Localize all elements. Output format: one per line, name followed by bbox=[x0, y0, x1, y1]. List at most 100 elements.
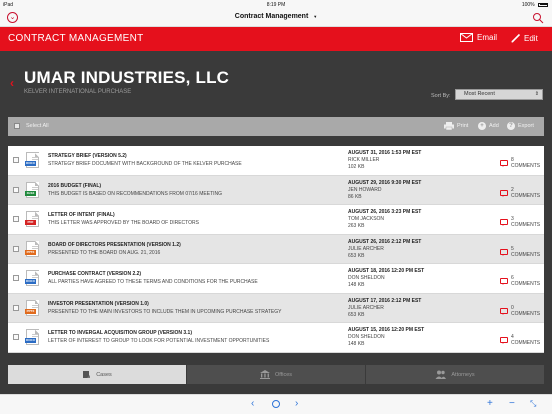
document-author: TOM JACKSON bbox=[348, 216, 385, 222]
file-type-badge: DOCX bbox=[25, 279, 36, 284]
document-author: RICK MILLER bbox=[348, 157, 380, 163]
file-type-badge: PDF bbox=[25, 220, 36, 225]
row-checkbox[interactable] bbox=[13, 216, 19, 222]
document-title: INVESTOR PRESENTATION (VERSION 1.0) bbox=[48, 300, 149, 307]
document-description: STRATEGY BRIEF DOCUMENT WITH BACKGROUND … bbox=[48, 161, 242, 167]
row-checkbox[interactable] bbox=[13, 245, 19, 252]
status-bar: iPad 8:19 PM 100% bbox=[0, 0, 552, 9]
zoom-in-icon[interactable]: + bbox=[487, 399, 493, 409]
tab-offices[interactable]: Offices bbox=[186, 365, 365, 384]
app-title: CONTRACT MANAGEMENT bbox=[8, 33, 144, 44]
document-description: PRESENTED TO THE MAIN INVESTORS TO INCLU… bbox=[48, 308, 282, 315]
comments-link[interactable]: 6 COMMENTS bbox=[500, 275, 544, 287]
document-date: AUGUST 29, 2016 9:30 PM EST bbox=[348, 179, 422, 186]
file-icon: DOCX bbox=[25, 329, 39, 345]
file-type-badge: XLSX bbox=[25, 190, 36, 196]
export-label: Export bbox=[518, 123, 534, 129]
zoom-out-icon[interactable]: − bbox=[509, 399, 515, 409]
document-size: 148 KB bbox=[348, 282, 365, 288]
edit-button[interactable]: Edit bbox=[511, 33, 538, 43]
document-description: THIS LETTER WAS APPROVED BY THE BOARD OF… bbox=[48, 220, 199, 226]
browser-toolbar: ‹ › + − ⤡ bbox=[0, 394, 552, 414]
document-list: DOCX STRATEGY BRIEF (VERSION 5.2) STRATE… bbox=[8, 146, 544, 353]
document-row[interactable]: XLSX 2016 BUDGET (FINAL) THIS BUDGET IS … bbox=[8, 175, 544, 205]
tab-attorneys[interactable]: Attorneys bbox=[365, 365, 544, 384]
printer-icon bbox=[444, 122, 454, 130]
people-icon bbox=[435, 370, 447, 379]
bottom-tab-bar: Cases Offices Attorneys bbox=[8, 365, 544, 384]
document-row[interactable]: PPTX BOARD OF DIRECTORS PRESENTATION (VE… bbox=[8, 234, 544, 264]
document-stack-icon bbox=[83, 371, 91, 378]
comments-link[interactable]: 5 COMMENTS bbox=[500, 246, 544, 258]
document-row[interactable]: PPTX INVESTOR PRESENTATION (VERSION 1.0)… bbox=[8, 293, 544, 323]
forward-arrow-icon[interactable]: › bbox=[295, 399, 298, 409]
file-icon: PDF bbox=[25, 211, 39, 227]
comments-link[interactable]: 0 COMMENTS bbox=[500, 305, 544, 317]
row-checkbox[interactable] bbox=[13, 275, 19, 281]
file-icon: PPTX bbox=[25, 240, 39, 257]
document-row[interactable]: DOCX STRATEGY BRIEF (VERSION 5.2) STRATE… bbox=[8, 146, 544, 176]
comments-count: 6 COMMENTS bbox=[510, 275, 541, 287]
battery-indicator: 100% bbox=[522, 2, 548, 8]
tab-cases[interactable]: Cases bbox=[8, 365, 186, 384]
add-label: Add bbox=[489, 123, 499, 129]
add-button[interactable]: + Add bbox=[478, 122, 499, 130]
comment-bubble-icon bbox=[500, 278, 508, 285]
print-button[interactable]: Print bbox=[444, 122, 468, 130]
battery-percent: 100% bbox=[521, 2, 535, 8]
document-size: 102 KB bbox=[348, 164, 365, 170]
sort-label: Sort By: bbox=[431, 93, 451, 99]
clock: 8:19 PM bbox=[266, 2, 286, 8]
document-size: 653 KB bbox=[348, 311, 365, 318]
document-size: 653 KB bbox=[348, 252, 365, 259]
building-icon bbox=[259, 370, 270, 379]
document-size: 148 KB bbox=[348, 341, 365, 347]
page-subtitle: KELVER INTERNATIONAL PURCHASE bbox=[24, 89, 132, 95]
row-checkbox[interactable] bbox=[13, 334, 19, 340]
comments-count: 8 COMMENTS bbox=[510, 157, 541, 169]
document-date: AUGUST 18, 2016 12:20 PM EST bbox=[348, 268, 425, 274]
caret-down-icon: ▼ bbox=[313, 13, 318, 19]
comments-link[interactable]: 8 COMMENTS bbox=[500, 157, 544, 169]
page-title: UMAR INDUSTRIES, LLC bbox=[24, 68, 230, 87]
document-row[interactable]: PDF LETTER OF INTENT (FINAL) THIS LETTER… bbox=[8, 205, 544, 235]
fullscreen-icon[interactable]: ⤡ bbox=[530, 399, 536, 409]
search-icon[interactable] bbox=[532, 12, 544, 24]
select-all-checkbox[interactable] bbox=[14, 123, 20, 129]
email-button[interactable]: Email bbox=[460, 33, 497, 42]
document-row[interactable]: DOCX LETTER TO INVERGAL ACQUISITION GROU… bbox=[8, 323, 544, 353]
tab-attorneys-label: Attorneys bbox=[451, 371, 475, 378]
file-type-badge: PPTX bbox=[25, 249, 36, 255]
back-arrow-icon[interactable]: ‹ bbox=[251, 399, 254, 409]
comment-bubble-icon bbox=[500, 307, 508, 315]
comment-bubble-icon bbox=[500, 337, 508, 344]
select-all-toggle[interactable]: Select All bbox=[14, 123, 49, 129]
comments-link[interactable]: 3 COMMENTS bbox=[500, 216, 544, 228]
comments-link[interactable]: 4 COMMENTS bbox=[500, 334, 544, 346]
home-circle-icon[interactable] bbox=[272, 400, 280, 408]
comments-count: 3 COMMENTS bbox=[510, 216, 541, 228]
sort-select[interactable]: Most Recent ⇕ bbox=[455, 89, 543, 100]
document-title: LETTER TO INVERGAL ACQUISITION GROUP (VE… bbox=[48, 330, 192, 336]
document-description: ALL PARTIES HAVE AGREED TO THESE TERMS A… bbox=[48, 279, 258, 285]
print-label: Print bbox=[457, 123, 469, 129]
document-row[interactable]: DOCX PURCHASE CONTRACT (VERSION 2.2) ALL… bbox=[8, 264, 544, 294]
document-title: BOARD OF DIRECTORS PRESENTATION (VERSION… bbox=[48, 241, 181, 248]
comments-count: 2 COMMENTS bbox=[510, 186, 541, 199]
file-icon: XLSX bbox=[25, 181, 39, 198]
tab-offices-label: Offices bbox=[274, 371, 292, 378]
plus-icon: + bbox=[478, 122, 486, 130]
export-button[interactable]: ? Export bbox=[507, 122, 534, 130]
email-label: Email bbox=[477, 33, 498, 42]
comments-link[interactable]: 2 COMMENTS bbox=[500, 187, 544, 199]
back-chevron-icon[interactable]: ‹ bbox=[10, 76, 14, 90]
comments-count: 5 COMMENTS bbox=[510, 245, 541, 258]
row-checkbox[interactable] bbox=[13, 157, 19, 163]
file-icon: DOCX bbox=[25, 270, 39, 286]
nav-title[interactable]: Contract Management ▼ bbox=[0, 13, 552, 20]
tab-cases-label: Cases bbox=[96, 371, 112, 378]
row-checkbox[interactable] bbox=[13, 304, 19, 311]
row-checkbox[interactable] bbox=[13, 186, 19, 193]
document-date: AUGUST 17, 2016 2:12 PM EST bbox=[348, 297, 422, 304]
envelope-icon bbox=[460, 33, 473, 42]
